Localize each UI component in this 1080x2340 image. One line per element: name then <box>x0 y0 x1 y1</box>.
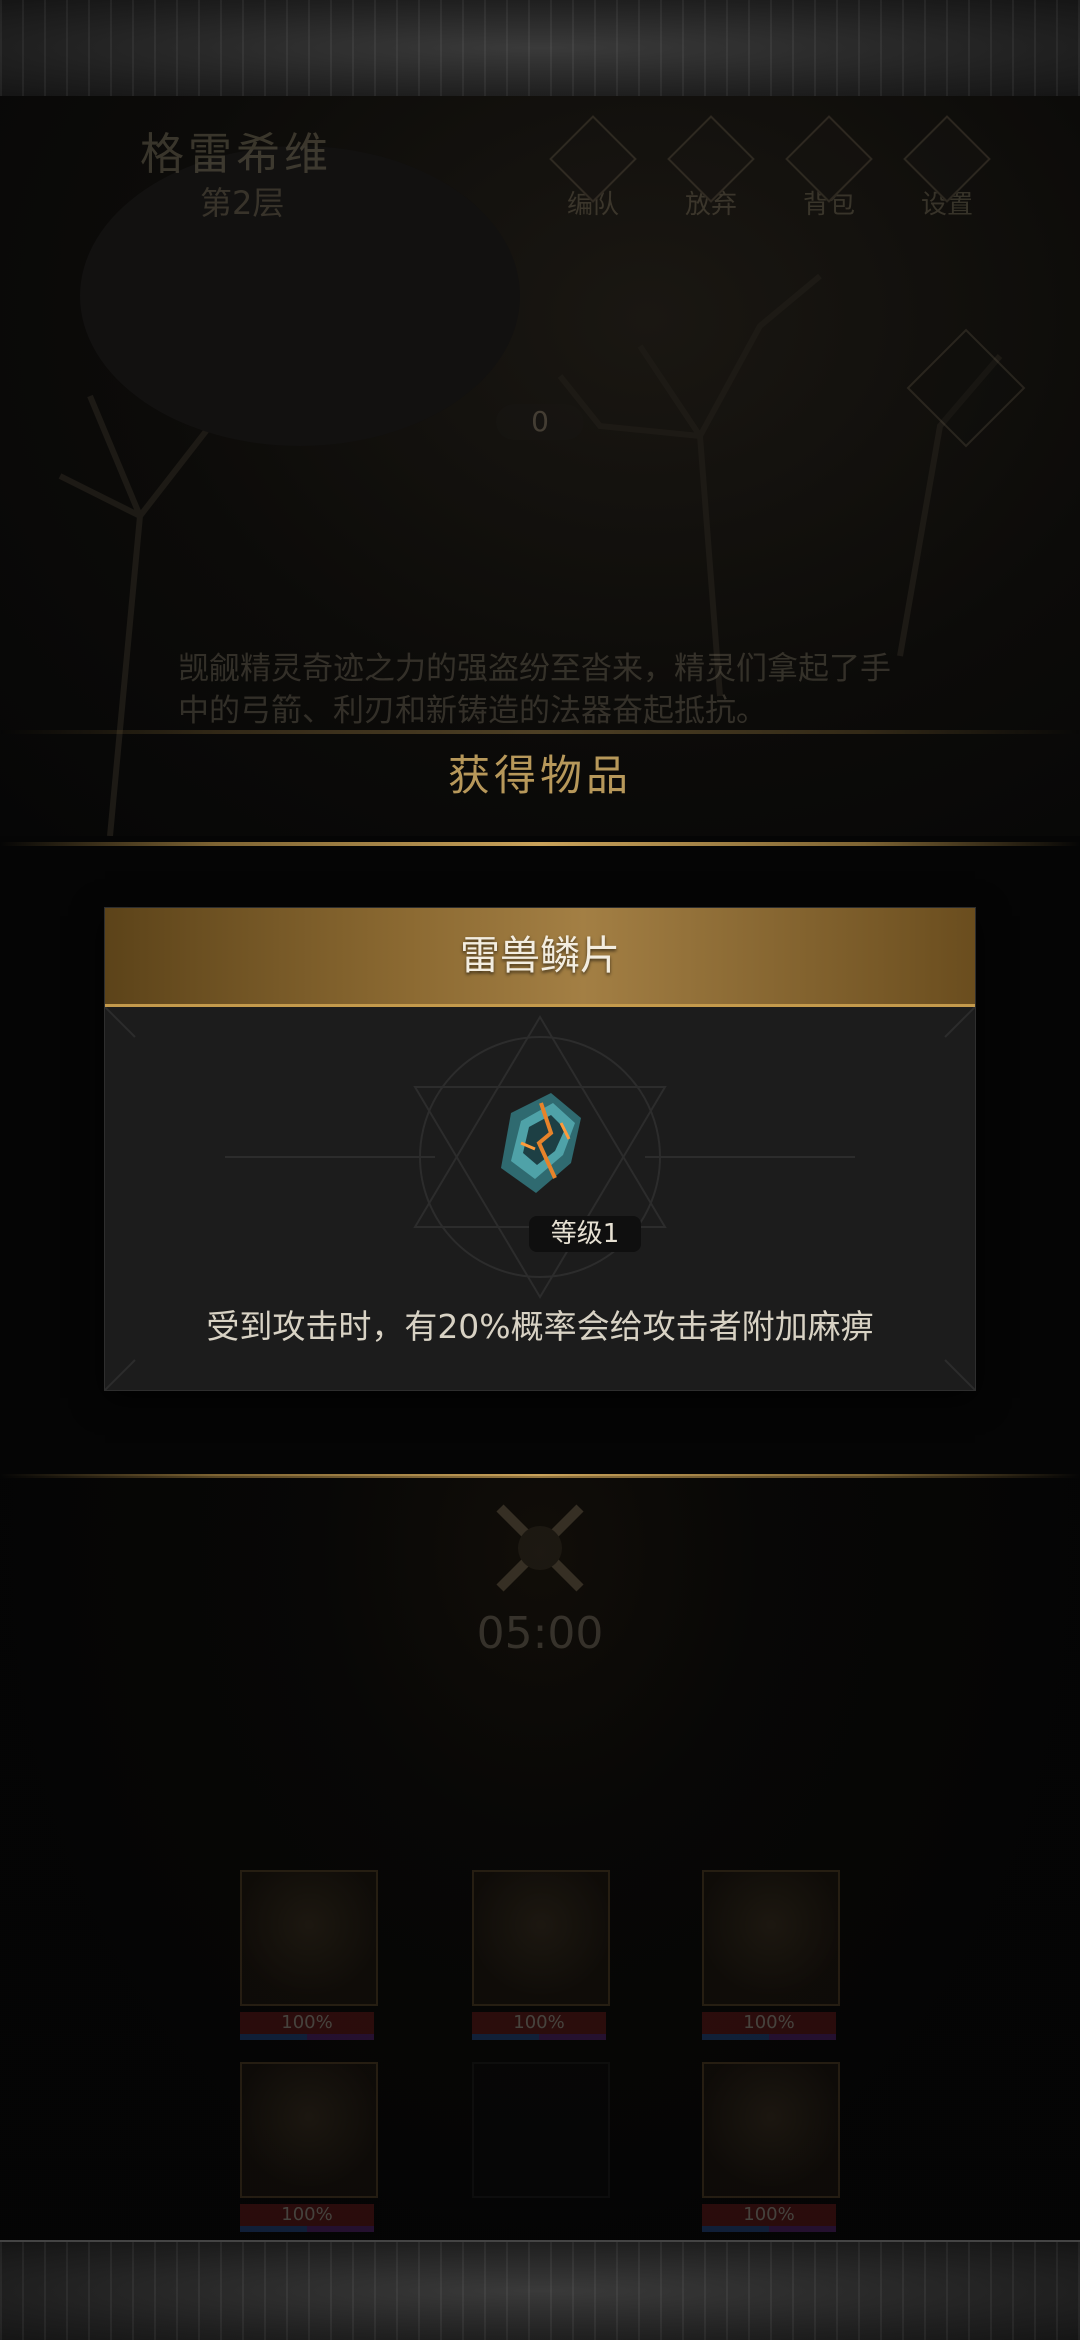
give-up-button[interactable]: 放弃 <box>666 115 756 228</box>
hero-slot[interactable]: 100% <box>240 2062 378 2232</box>
hero-mp-bar <box>240 2034 374 2040</box>
hero-slot[interactable]: 100% <box>702 1870 840 2040</box>
battle-timer: 05:00 <box>476 1608 604 1659</box>
item-name: 雷兽鳞片 <box>105 908 975 1007</box>
hero-portrait <box>240 2062 378 2198</box>
hero-hp: 100% <box>472 2012 606 2034</box>
empty-portrait <box>472 2062 610 2198</box>
crossed-axes-icon <box>496 1504 584 1592</box>
hero-mp-bar <box>472 2034 606 2040</box>
hero-mp-bar <box>702 2226 836 2232</box>
hero-hp: 100% <box>240 2204 374 2226</box>
hero-mp-bar <box>240 2226 374 2232</box>
thunder-beast-scale-icon <box>501 1093 581 1193</box>
settings-button[interactable]: 设置 <box>902 115 992 228</box>
hero-hp: 100% <box>702 2012 836 2034</box>
hero-mp-bar <box>702 2034 836 2040</box>
bag-button[interactable]: 背包 <box>784 115 874 228</box>
floor-level: 第2层 <box>200 184 285 222</box>
hero-slot[interactable]: 100% <box>240 1870 378 2040</box>
hero-portrait <box>240 1870 378 2006</box>
bottom-frame <box>0 2240 1080 2340</box>
hero-portrait <box>472 1870 610 2006</box>
hero-portrait <box>702 1870 840 2006</box>
item-card: 雷兽鳞片 等级1 受到攻击时，有20%概率会给攻击者附加麻痹 <box>105 908 975 1390</box>
item-level-badge: 等级1 <box>529 1216 641 1252</box>
empty-hero-slot[interactable] <box>472 2062 610 2198</box>
item-description: 受到攻击时，有20%概率会给攻击者附加麻痹 <box>206 1307 874 1346</box>
hero-slot[interactable]: 100% <box>702 2062 840 2232</box>
score-counter: 0 <box>496 404 584 440</box>
hero-portrait <box>702 2062 840 2198</box>
story-text: 觊觎精灵奇迹之力的强盗纷至沓来，精灵们拿起了手中的弓箭、利刃和新铸造的法器奋起抵… <box>178 651 891 729</box>
team-button[interactable]: 编队 <box>548 115 638 228</box>
obtain-title: 获得物品 <box>447 751 632 800</box>
divider <box>0 730 1080 734</box>
hero-hp: 100% <box>240 2012 374 2034</box>
top-frame <box>0 0 1080 98</box>
hero-slot[interactable]: 100% <box>472 1870 610 2040</box>
hero-hp: 100% <box>702 2204 836 2226</box>
floor-name: 格雷希维 <box>140 129 332 180</box>
